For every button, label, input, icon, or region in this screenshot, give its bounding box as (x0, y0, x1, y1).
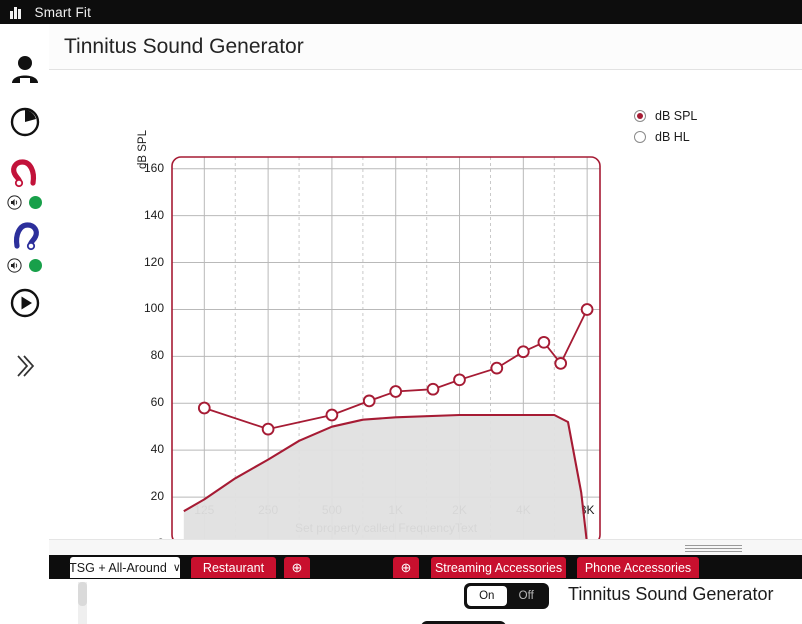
panel-scrollbar-thumb[interactable] (78, 582, 87, 606)
sidebar-item-left-hearing-aid[interactable] (0, 222, 49, 273)
tab-streaming-accessories-label: Streaming Accessories (434, 560, 563, 575)
connected-dot-right (29, 196, 42, 209)
panel-splitter[interactable] (49, 539, 802, 556)
content-area: Tinnitus Sound Generator dB SPL dB HL dB… (49, 24, 802, 624)
drag-handle-icon[interactable] (685, 545, 742, 552)
tab-restaurant-label: Restaurant (202, 560, 265, 575)
chevrons-right-icon (11, 350, 39, 387)
app-window: Smart Fit Tinnitus Sound Generator dB SP… (0, 0, 802, 624)
left-hearing-aid-status (7, 258, 42, 273)
play-circle-icon (9, 287, 41, 324)
speaker-icon (7, 195, 22, 210)
tinnitus-sound-generator-toggle[interactable]: On Off (464, 583, 549, 609)
connected-dot-left (29, 259, 42, 272)
chevron-down-icon: ∨ (172, 562, 181, 574)
tab-streaming-accessories[interactable]: Streaming Accessories (431, 557, 566, 578)
add-program-button[interactable]: ⊕ (284, 557, 310, 578)
bars-logo-icon (10, 6, 21, 19)
app-name: Smart Fit (34, 4, 92, 20)
sidebar-item-fitting-progress[interactable] (0, 106, 49, 143)
tab-tsg-all-around-label: TSG + All-Around (69, 560, 167, 575)
title-bar: Smart Fit (0, 0, 802, 24)
sidebar-item-right-hearing-aid[interactable] (0, 159, 49, 210)
tab-tsg-all-around[interactable]: TSG + All-Around ∨ (69, 557, 181, 578)
pie-chart-icon (9, 106, 41, 143)
hearing-aid-left-icon (9, 222, 41, 257)
panel-scrollbar[interactable] (78, 582, 87, 624)
add-accessory-button[interactable]: ⊕ (393, 557, 419, 578)
tinnitus-sound-generator-label: Tinnitus Sound Generator (568, 584, 774, 604)
tab-phone-accessories[interactable]: Phone Accessories (577, 557, 699, 578)
speaker-icon (7, 258, 22, 273)
page-header: Tinnitus Sound Generator (49, 24, 802, 70)
plus-circle-icon: ⊕ (400, 559, 412, 575)
right-hearing-aid-status (7, 195, 42, 210)
tab-restaurant[interactable]: Restaurant (191, 557, 276, 578)
tinnitus-toggle-on[interactable]: On (467, 586, 507, 606)
sidebar-item-play[interactable] (0, 287, 49, 324)
page-title: Tinnitus Sound Generator (64, 34, 304, 58)
sidebar (0, 24, 50, 624)
tab-phone-accessories-label: Phone Accessories (584, 560, 692, 575)
tinnitus-toggle-off[interactable]: Off (507, 586, 547, 606)
sidebar-item-expand[interactable] (0, 350, 49, 387)
person-icon (8, 54, 42, 89)
sidebar-item-patient[interactable] (0, 54, 49, 89)
settings-panel: On Off Tinnitus Sound Generator On Off H… (49, 579, 802, 624)
chart-plot[interactable] (49, 69, 802, 539)
chart-panel: dB SPL dB HL dB SPL Set property called … (49, 69, 802, 551)
program-tab-bar: TSG + All-Around ∨ Restaurant ⊕ ⊕ Stream… (49, 555, 802, 579)
plus-circle-icon: ⊕ (291, 559, 303, 575)
hearing-aid-right-icon (9, 159, 41, 194)
